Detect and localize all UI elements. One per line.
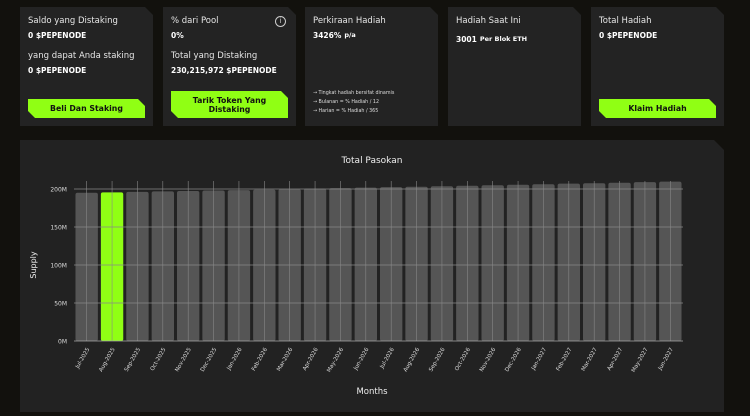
note: → Bulanan = % Hadiah / 12: [313, 100, 379, 105]
estimated-reward-unit: p/a: [344, 31, 356, 39]
x-tick-label: Oct-2026: [454, 347, 472, 373]
total-reward-label: Total Hadiah: [599, 16, 652, 26]
supply-chart: Total Pasokan Supply Months Jul-2025 Aug-…: [20, 140, 724, 412]
current-reward-unit: Per Blok ETH: [479, 35, 528, 43]
x-axis-label: Months: [356, 387, 388, 397]
x-tick-label: Aug-2025: [98, 347, 117, 374]
total-reward-card: Total Hadiah 0 $PEPENODE Klaim Hadiah: [591, 7, 724, 126]
x-tick-label: Apr-2027: [607, 347, 625, 372]
x-tick-label: Jul-2026: [379, 347, 396, 371]
stakeable-value: 0 $PEPENODE: [28, 66, 87, 75]
note: → Harian = % Hadiah / 365: [313, 109, 379, 114]
y-tick-label: 150M: [50, 225, 67, 232]
note: → Tingkat hadiah bersifat dinamis: [313, 91, 395, 96]
staked-balance-card: Saldo yang Distaking 0 $PEPENODE yang da…: [20, 7, 153, 126]
x-tick-label: Feb-2026: [251, 347, 269, 373]
x-tick-label: Dec-2025: [200, 347, 219, 373]
x-tick-label: Mar-2026: [276, 347, 294, 373]
chart-title: Total Pasokan: [341, 156, 403, 166]
estimated-reward-value: 3426%: [313, 31, 342, 40]
x-tick-label: Sep-2025: [124, 347, 143, 373]
x-tick-label: Apr-2026: [302, 347, 320, 372]
staked-balance-value: 0 $PEPENODE: [28, 31, 87, 40]
buy-and-stake-button[interactable]: Beli Dan Staking: [28, 99, 145, 118]
x-tick-label: Feb-2027: [555, 347, 573, 373]
x-tick-label: May-2027: [631, 347, 650, 374]
x-tick-label: Jun-2027: [657, 347, 675, 373]
pool-card: i % dari Pool 0% Total yang Distaking 23…: [163, 7, 296, 126]
withdraw-staked-button[interactable]: Tarik Token Yang Distaking: [171, 91, 288, 118]
x-tick-label: Aug-2026: [403, 347, 422, 374]
total-reward-value: 0 $PEPENODE: [599, 31, 658, 40]
total-staked-value: 230,215,972 $PEPENODE: [171, 66, 277, 75]
x-tick-label: Mar-2027: [581, 347, 599, 373]
claim-reward-button[interactable]: Klaim Hadiah: [599, 99, 716, 118]
current-reward-label: Hadiah Saat Ini: [456, 16, 521, 26]
estimated-reward-label: Perkiraan Hadiah: [313, 16, 386, 26]
current-reward-value: 3001: [456, 35, 477, 44]
supply-chart-panel: Total Pasokan Supply Months Jul-2025 Aug-…: [20, 140, 724, 412]
y-tick-label: 100M: [50, 263, 67, 270]
x-tick-label: Jan-2026: [226, 347, 244, 372]
x-tick-label: Jul-2025: [74, 347, 91, 371]
x-tick-label: Dec-2026: [504, 347, 523, 373]
y-tick-label: 50M: [54, 301, 67, 308]
y-axis-label: Supply: [29, 251, 38, 279]
x-tick-label: Jun-2026: [353, 347, 371, 373]
total-staked-label: Total yang Distaking: [171, 51, 258, 61]
x-tick-label: Oct-2025: [150, 347, 168, 373]
current-reward-card: Hadiah Saat Ini 3001 Per Blok ETH: [448, 7, 581, 126]
x-tick-label: Nov-2025: [174, 347, 193, 373]
y-tick-label: 0M: [58, 339, 67, 346]
reward-notes: → Tingkat hadiah bersifat dinamis → Bula…: [313, 89, 394, 116]
y-tick-label: 200M: [50, 187, 67, 194]
pool-share-value: 0%: [171, 31, 184, 40]
estimated-reward-card: Perkiraan Hadiah 3426% p/a → Tingkat hadi…: [305, 7, 438, 126]
x-tick-label: May-2026: [326, 347, 345, 374]
x-tick-label: Jan-2027: [530, 347, 548, 372]
info-icon[interactable]: i: [275, 16, 286, 27]
x-tick-label: Sep-2026: [428, 347, 447, 373]
staked-balance-label: Saldo yang Distaking: [28, 16, 118, 26]
pool-share-label: % dari Pool: [171, 16, 219, 26]
stakeable-label: yang dapat Anda staking: [28, 51, 135, 61]
x-tick-label: Nov-2026: [479, 347, 498, 373]
